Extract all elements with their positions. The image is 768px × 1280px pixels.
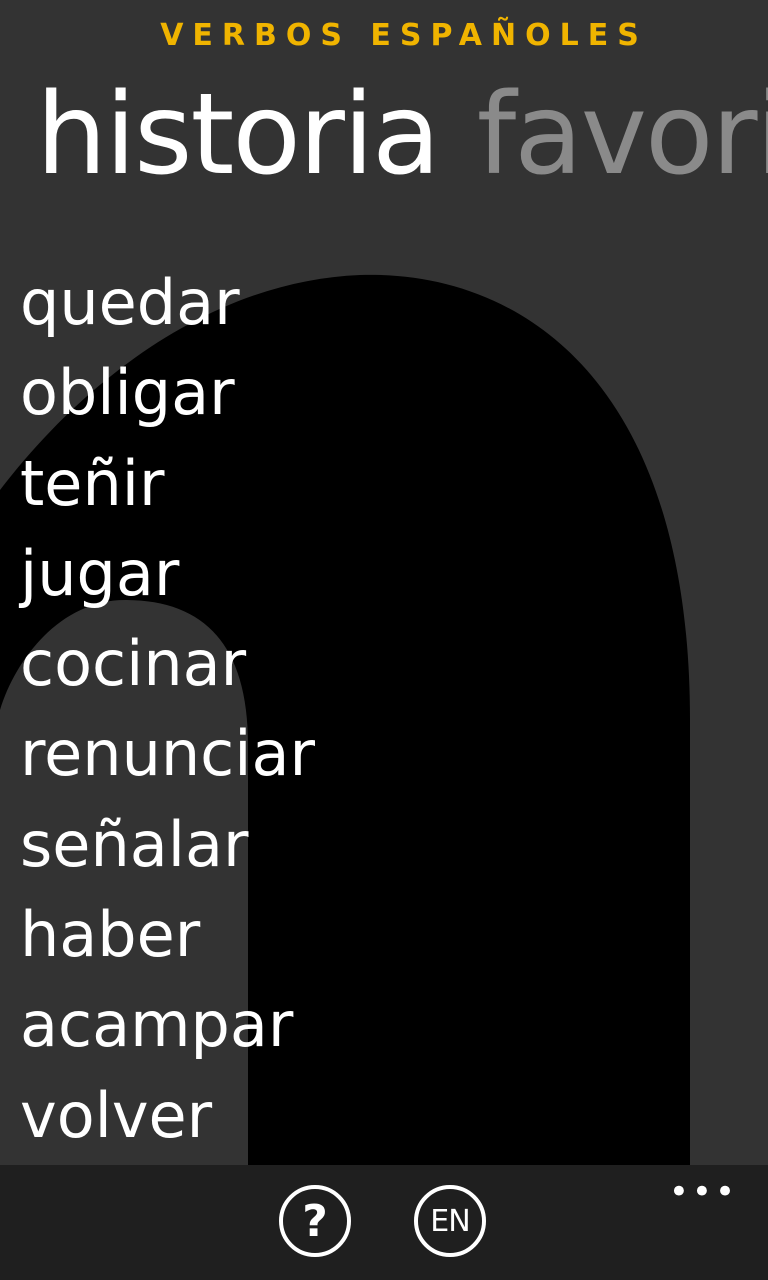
question-mark-icon: ? bbox=[302, 1195, 328, 1247]
list-item[interactable]: teñir bbox=[20, 439, 315, 529]
pivot-headers: historia favorit bbox=[36, 70, 768, 200]
list-item[interactable]: haber bbox=[20, 890, 315, 980]
app-title: VERBOS ESPAÑOLES bbox=[160, 18, 648, 53]
list-item[interactable]: acampar bbox=[20, 980, 315, 1070]
app-screen: VERBOS ESPAÑOLES historia favorit quedar … bbox=[0, 0, 768, 1280]
list-item[interactable]: jugar bbox=[20, 529, 315, 619]
pivot-tab-historia[interactable]: historia bbox=[36, 70, 441, 200]
ellipsis-icon: ••• bbox=[668, 1172, 738, 1212]
language-button[interactable]: EN bbox=[414, 1185, 486, 1257]
list-item[interactable]: quedar bbox=[20, 258, 315, 348]
list-item[interactable]: renunciar bbox=[20, 709, 315, 799]
list-item[interactable]: volver bbox=[20, 1071, 315, 1161]
history-verb-list: quedar obligar teñir jugar cocinar renun… bbox=[20, 258, 315, 1161]
application-bar: ? EN ••• bbox=[0, 1165, 768, 1280]
list-item[interactable]: cocinar bbox=[20, 619, 315, 709]
help-button[interactable]: ? bbox=[279, 1185, 351, 1257]
more-options-button[interactable]: ••• bbox=[669, 1175, 738, 1209]
pivot-tab-favoritos[interactable]: favorit bbox=[477, 70, 768, 200]
list-item[interactable]: obligar bbox=[20, 348, 315, 438]
language-label: EN bbox=[430, 1203, 470, 1239]
list-item[interactable]: señalar bbox=[20, 800, 315, 890]
